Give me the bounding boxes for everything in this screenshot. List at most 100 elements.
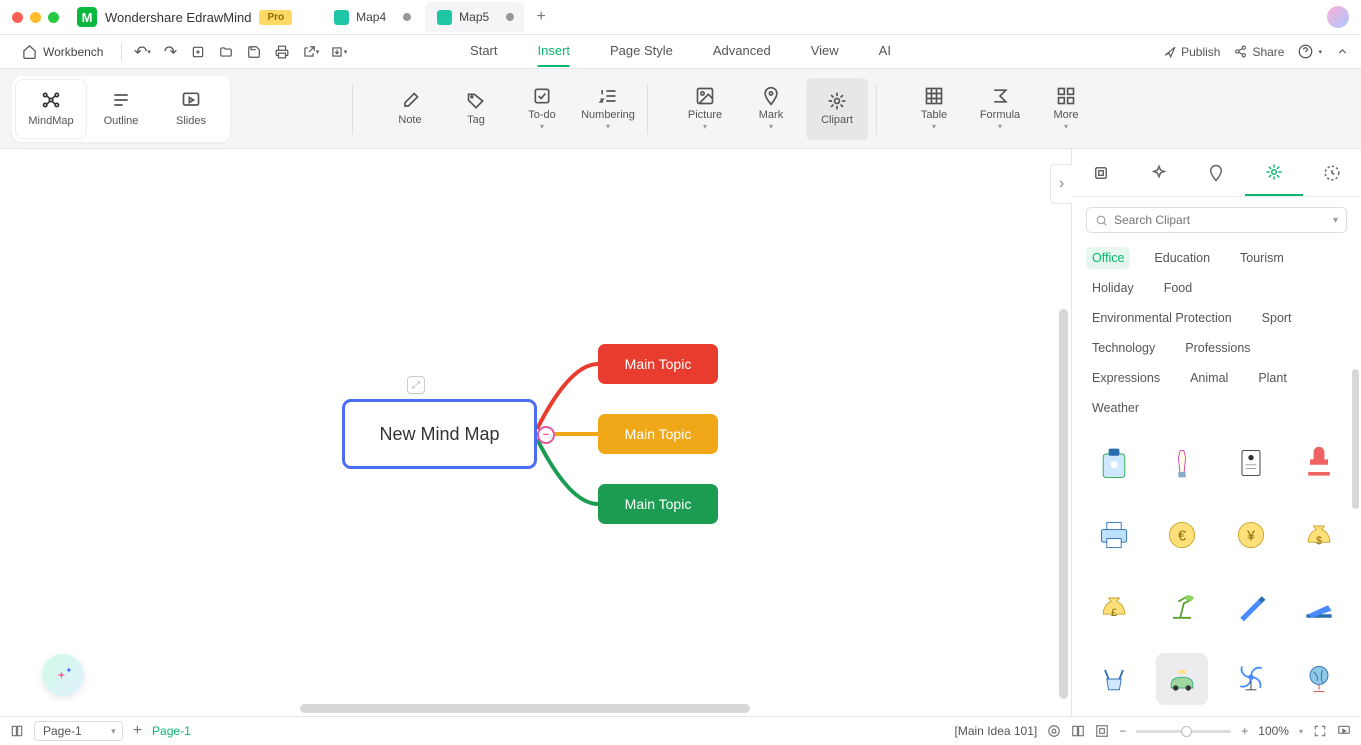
menu-start[interactable]: Start [470, 36, 497, 67]
canvas[interactable]: ⤢ New Mind Map − Main Topic Main Topic M… [0, 149, 1071, 716]
insert-tag[interactable]: Tag [445, 78, 507, 140]
category-professions[interactable]: Professions [1179, 337, 1256, 359]
chevron-down-icon[interactable]: ▾ [1299, 727, 1303, 736]
panel-tab-clipart[interactable] [1245, 149, 1303, 196]
panel-tab-mark[interactable] [1188, 149, 1246, 196]
clip-fan[interactable] [1225, 653, 1277, 705]
category-sport[interactable]: Sport [1256, 307, 1298, 329]
clip-pen[interactable] [1225, 581, 1277, 633]
view-slides[interactable]: Slides [156, 80, 226, 138]
page-tab[interactable]: Page-1 [152, 724, 191, 738]
fullscreen-icon[interactable] [1313, 724, 1327, 738]
clip-money-bag-pound[interactable]: £ [1088, 581, 1140, 633]
category-expressions[interactable]: Expressions [1086, 367, 1166, 389]
clip-desk-lamp[interactable] [1156, 581, 1208, 633]
undo-button[interactable]: ↶▾ [130, 40, 154, 64]
category-tourism[interactable]: Tourism [1234, 247, 1290, 269]
category-animal[interactable]: Animal [1184, 367, 1234, 389]
view-mindmap[interactable]: MindMap [16, 80, 86, 138]
insert-todo[interactable]: To-do▾ [511, 78, 573, 140]
zoom-thumb[interactable] [1181, 726, 1192, 737]
help-button[interactable]: ▾ [1298, 44, 1322, 59]
insert-picture[interactable]: Picture▾ [674, 78, 736, 140]
clip-euro-coin[interactable]: € [1156, 509, 1208, 561]
clip-globe-stand[interactable] [1293, 653, 1345, 705]
panel-tab-theme[interactable] [1072, 149, 1130, 196]
menu-page-style[interactable]: Page Style [610, 36, 673, 67]
clip-money-bag-dollar[interactable]: $ [1293, 509, 1345, 561]
panel-scrollbar[interactable] [1352, 369, 1359, 509]
node-handle-icon[interactable]: ⤢ [407, 376, 425, 394]
new-tab-button[interactable]: + [528, 4, 554, 30]
menu-view[interactable]: View [811, 36, 839, 67]
clipart-search[interactable]: ▾ [1086, 207, 1347, 233]
insert-note[interactable]: Note [379, 78, 441, 140]
category-holiday[interactable]: Holiday [1086, 277, 1140, 299]
category-env[interactable]: Environmental Protection [1086, 307, 1238, 329]
collapse-ribbon-button[interactable] [1336, 45, 1349, 58]
pages-icon[interactable] [10, 724, 24, 738]
lock-icon[interactable] [1047, 724, 1061, 738]
clip-resume[interactable] [1225, 437, 1277, 489]
clip-stamp[interactable] [1293, 437, 1345, 489]
tab-dirty-indicator[interactable] [403, 13, 411, 21]
redo-button[interactable]: ↷ [158, 40, 182, 64]
clip-car[interactable] [1156, 653, 1208, 705]
collapse-children-button[interactable]: − [537, 426, 555, 444]
panel-tab-history[interactable] [1303, 149, 1361, 196]
ai-fab-button[interactable] [42, 654, 84, 696]
chevron-down-icon[interactable]: ▾ [1333, 215, 1338, 226]
tab-map4[interactable]: Map4 [322, 2, 421, 32]
clip-yen-coin[interactable]: ¥ [1225, 509, 1277, 561]
minimize-window-icon[interactable] [30, 12, 41, 23]
zoom-in-button[interactable]: + [1241, 724, 1248, 738]
clip-glue[interactable] [1156, 437, 1208, 489]
presentation-icon[interactable] [1337, 724, 1351, 738]
split-view-icon[interactable] [1071, 724, 1085, 738]
root-node[interactable]: New Mind Map [342, 399, 537, 469]
zoom-out-button[interactable]: − [1119, 724, 1126, 738]
zoom-slider[interactable] [1136, 730, 1231, 733]
clip-stapler[interactable] [1293, 581, 1345, 633]
panel-tab-style[interactable] [1130, 149, 1188, 196]
menu-advanced[interactable]: Advanced [713, 36, 771, 67]
clip-id-badge[interactable] [1088, 437, 1140, 489]
open-file-button[interactable] [214, 40, 238, 64]
close-window-icon[interactable] [12, 12, 23, 23]
save-button[interactable] [242, 40, 266, 64]
category-tech[interactable]: Technology [1086, 337, 1161, 359]
insert-table[interactable]: Table▾ [903, 78, 965, 140]
search-input[interactable] [1114, 213, 1327, 227]
page-selector[interactable]: Page-1 [34, 721, 123, 741]
insert-numbering[interactable]: Numbering▾ [577, 78, 639, 140]
export-button[interactable]: ▾ [298, 40, 322, 64]
add-page-button[interactable]: + [133, 722, 142, 740]
workbench-button[interactable]: Workbench [12, 40, 113, 63]
new-file-button[interactable] [186, 40, 210, 64]
tab-dirty-indicator[interactable] [506, 13, 514, 21]
view-outline[interactable]: Outline [86, 80, 156, 138]
user-avatar[interactable] [1327, 6, 1349, 28]
vertical-scrollbar[interactable] [1059, 309, 1068, 699]
panel-collapse-button[interactable]: › [1050, 164, 1072, 204]
print-button[interactable] [270, 40, 294, 64]
insert-mark[interactable]: Mark▾ [740, 78, 802, 140]
share-button[interactable]: Share [1234, 45, 1284, 59]
fit-page-icon[interactable] [1095, 724, 1109, 738]
insert-clipart[interactable]: Clipart [806, 78, 868, 140]
import-button[interactable]: ▾ [326, 40, 350, 64]
horizontal-scrollbar[interactable] [300, 704, 750, 713]
menu-insert[interactable]: Insert [538, 36, 571, 67]
clip-binder-clip[interactable] [1088, 653, 1140, 705]
insert-more[interactable]: More▾ [1035, 78, 1097, 140]
publish-button[interactable]: Publish [1163, 45, 1220, 59]
topic-node-2[interactable]: Main Topic [598, 414, 718, 454]
category-office[interactable]: Office [1086, 247, 1130, 269]
category-plant[interactable]: Plant [1252, 367, 1293, 389]
menu-ai[interactable]: AI [879, 36, 891, 67]
category-education[interactable]: Education [1148, 247, 1216, 269]
clip-printer[interactable] [1088, 509, 1140, 561]
tab-map5[interactable]: Map5 [425, 2, 524, 32]
topic-node-1[interactable]: Main Topic [598, 344, 718, 384]
category-food[interactable]: Food [1158, 277, 1199, 299]
